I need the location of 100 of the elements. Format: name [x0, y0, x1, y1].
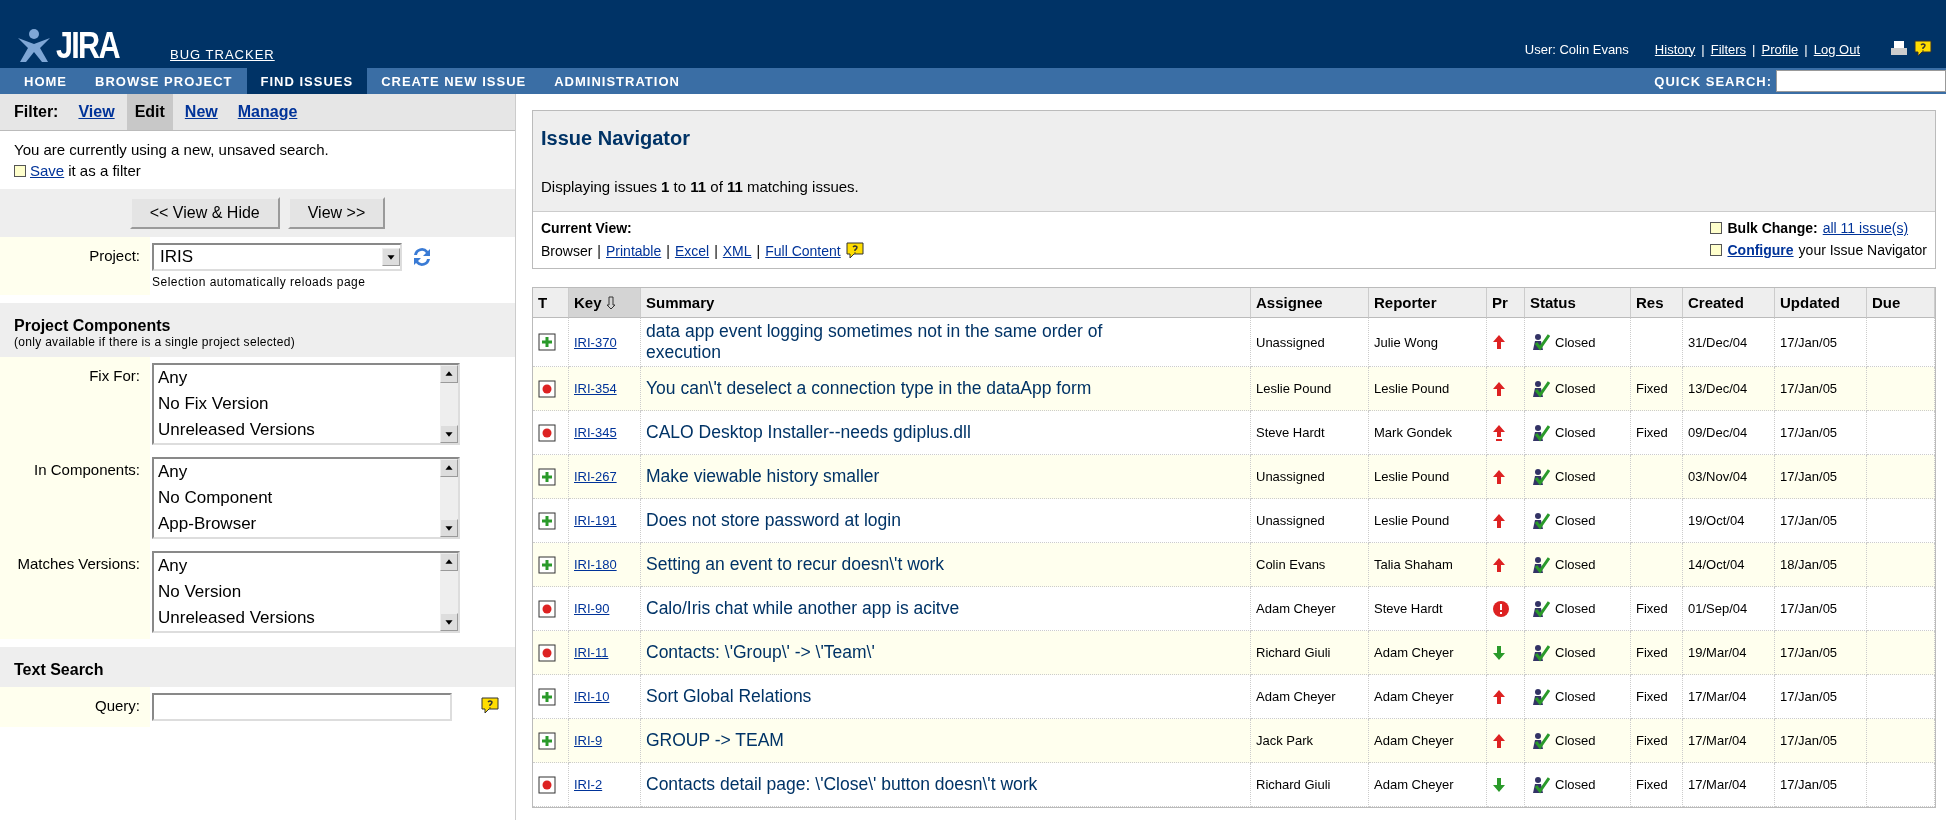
- column-header[interactable]: Key: [569, 288, 641, 318]
- filter-tab[interactable]: View: [70, 94, 123, 130]
- column-header[interactable]: Reporter: [1369, 288, 1487, 318]
- nav-tab[interactable]: FIND ISSUES: [246, 68, 368, 94]
- header-link[interactable]: Filters: [1710, 41, 1747, 57]
- column-header[interactable]: Due: [1867, 288, 1935, 318]
- issue-key-link[interactable]: IRI-370: [574, 334, 617, 350]
- filter-tab[interactable]: New: [176, 94, 226, 130]
- issue-key-link[interactable]: IRI-2: [574, 777, 603, 792]
- person-check-icon: [1530, 731, 1550, 750]
- multi-select-list[interactable]: Any No Component App-Browser: [152, 457, 460, 539]
- help-icon[interactable]: [845, 242, 864, 260]
- issue-key-link[interactable]: IRI-191: [574, 513, 617, 528]
- filter-tab[interactable]: Manage: [229, 94, 306, 130]
- query-field[interactable]: [152, 693, 452, 721]
- due-cell: [1867, 318, 1935, 367]
- column-header[interactable]: T: [533, 288, 569, 318]
- printer-icon[interactable]: [1890, 40, 1908, 58]
- view-button[interactable]: << View & Hide: [129, 197, 280, 229]
- resolution-cell: Fixed: [1631, 631, 1683, 675]
- column-header[interactable]: Updated: [1775, 288, 1867, 318]
- due-cell: [1867, 763, 1935, 807]
- help-icon[interactable]: [481, 696, 499, 715]
- scroll-down-icon[interactable]: [440, 519, 458, 537]
- logo-text: JIRA: [56, 28, 119, 64]
- header-link[interactable]: Profile: [1761, 41, 1799, 57]
- person-check-icon: [1530, 423, 1550, 442]
- reporter-cell: Leslie Pound: [1369, 367, 1487, 411]
- issue-key-link[interactable]: IRI-345: [574, 425, 617, 440]
- reporter-cell: Julie Wong: [1369, 318, 1487, 367]
- view-button[interactable]: View >>: [287, 197, 386, 229]
- resolution-cell: Fixed: [1631, 719, 1683, 763]
- column-header[interactable]: Status: [1525, 288, 1631, 318]
- view-link[interactable]: XML: [722, 243, 752, 259]
- nav-tab[interactable]: CREATE NEW ISSUE: [367, 68, 541, 94]
- bulk-change-link[interactable]: all 11 issue(s): [1822, 220, 1909, 236]
- help-icon[interactable]: [1914, 40, 1932, 58]
- plus-icon: [538, 731, 556, 750]
- status-text: Closed: [1555, 425, 1596, 440]
- scroll-down-icon[interactable]: [440, 425, 458, 443]
- bug-tracker-link[interactable]: BUG TRACKER: [170, 47, 275, 62]
- issue-key-link[interactable]: IRI-9: [574, 733, 603, 748]
- quick-search-label: QUICK SEARCH:: [1654, 73, 1772, 89]
- nav-tab[interactable]: ADMINISTRATION: [540, 68, 694, 94]
- bullet-icon: [1710, 244, 1723, 256]
- issue-summary-link[interactable]: Make viewable history smaller: [646, 466, 880, 487]
- column-header[interactable]: Created: [1683, 288, 1775, 318]
- person-check-icon: [1530, 643, 1550, 662]
- header-link[interactable]: Log Out: [1813, 41, 1860, 57]
- quick-search-field[interactable]: [1776, 70, 1946, 92]
- person-check-icon: [1530, 333, 1550, 351]
- issue-key-link[interactable]: IRI-180: [574, 557, 617, 572]
- issue-summary-link[interactable]: You can\'t deselect a connection type in the dataApp form: [646, 378, 1092, 399]
- nav-tab[interactable]: HOME: [10, 68, 81, 94]
- header-link[interactable]: History: [1654, 41, 1696, 57]
- project-select[interactable]: IRIS: [152, 243, 402, 271]
- bug-icon: [538, 423, 556, 442]
- bug-icon: [538, 379, 556, 398]
- configure-link[interactable]: Configure: [1727, 242, 1794, 258]
- issue-summary-link[interactable]: CALO Desktop Installer--needs gdiplus.dll: [646, 422, 971, 443]
- view-link[interactable]: Excel: [674, 243, 710, 259]
- project-hint: Selection automatically reloads page: [152, 275, 367, 289]
- issue-summary-link[interactable]: Does not store password at login: [646, 510, 901, 531]
- scroll-up-icon[interactable]: [440, 459, 458, 477]
- section-note: (only available if there is a single project selected): [14, 335, 296, 349]
- assignee-cell: Richard Giuli: [1251, 763, 1369, 807]
- scroll-up-icon[interactable]: [440, 365, 458, 383]
- link-separator: |: [597, 243, 601, 259]
- column-header[interactable]: Assignee: [1251, 288, 1369, 318]
- column-header[interactable]: Summary: [641, 288, 1251, 318]
- view-link[interactable]: Printable: [606, 243, 662, 259]
- issue-summary-link[interactable]: data app event logging sometimes not in the same order of execution: [646, 321, 1166, 363]
- assignee-cell: Unassigned: [1251, 318, 1369, 367]
- issue-summary-link[interactable]: Calo/Iris chat while another app is acitve: [646, 598, 960, 619]
- save-link[interactable]: Save: [30, 162, 65, 179]
- column-header[interactable]: Res: [1631, 288, 1683, 318]
- issue-summary-link[interactable]: Contacts: \'Group\' -> \'Team\': [646, 642, 875, 663]
- column-header[interactable]: Pr: [1487, 288, 1525, 318]
- issue-key-link[interactable]: IRI-267: [574, 469, 617, 484]
- query-label: Query:: [94, 696, 140, 716]
- up-arrow-icon: [1492, 468, 1506, 485]
- issue-key-link[interactable]: IRI-10: [574, 689, 610, 704]
- issue-summary-link[interactable]: Contacts detail page: \'Close\' button doesn\'t work: [646, 774, 1038, 795]
- issue-key-link[interactable]: IRI-354: [574, 381, 617, 396]
- scroll-down-icon[interactable]: [440, 613, 458, 631]
- reporter-cell: Steve Hardt: [1369, 587, 1487, 631]
- issue-summary-link[interactable]: Setting an event to recur doesn\'t work: [646, 554, 945, 575]
- view-link[interactable]: Full Content: [765, 243, 841, 259]
- assignee-cell: Adam Cheyer: [1251, 587, 1369, 631]
- issue-summary-link[interactable]: GROUP -> TEAM: [646, 730, 784, 751]
- assignee-cell: Unassigned: [1251, 455, 1369, 499]
- multi-select-list[interactable]: Any No Fix Version Unreleased Versions: [152, 363, 460, 445]
- nav-tab[interactable]: BROWSE PROJECT: [81, 68, 247, 94]
- issue-summary-link[interactable]: Sort Global Relations: [646, 686, 812, 707]
- filter-tab[interactable]: Edit: [126, 94, 173, 130]
- results-summary: Displaying issues 1 to 11 of 11 matching issues.: [540, 177, 860, 197]
- scroll-up-icon[interactable]: [440, 553, 458, 571]
- issue-key-link[interactable]: IRI-90: [574, 601, 610, 616]
- issue-key-link[interactable]: IRI-11: [574, 645, 609, 660]
- multi-select-list[interactable]: Any No Version Unreleased Versions: [152, 551, 460, 633]
